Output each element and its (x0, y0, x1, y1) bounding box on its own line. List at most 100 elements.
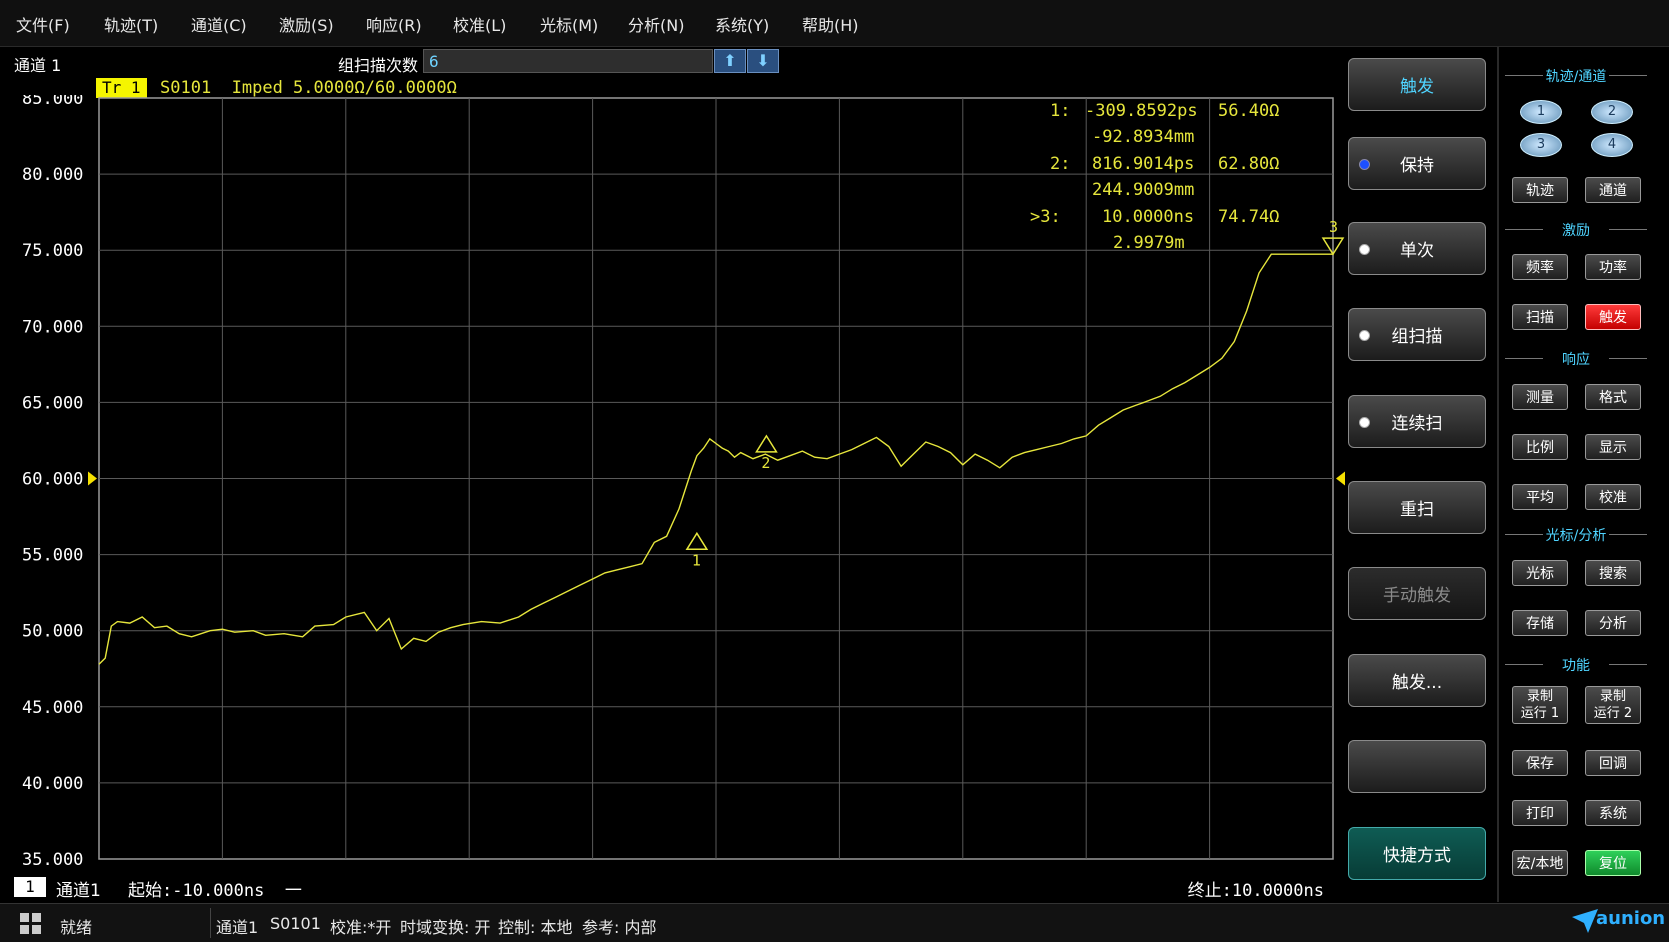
menu-stimulus[interactable]: 激励(S) (279, 12, 334, 36)
softkey-restart[interactable]: 重扫 (1348, 481, 1486, 534)
y-tick-label: 85.000 (22, 95, 83, 109)
windows-icon[interactable] (20, 913, 42, 935)
trace-1-oval[interactable]: 1 (1520, 100, 1562, 124)
softkey-manual-trigger[interactable]: 手动触发 (1348, 567, 1486, 620)
channel-name: 通道1 (56, 881, 101, 901)
sweep-button[interactable]: 扫描 (1512, 304, 1568, 330)
run-label: 运行 2 (1593, 706, 1633, 721)
menu-analysis[interactable]: 分析(N) (628, 12, 684, 36)
print-button[interactable]: 打印 (1512, 800, 1568, 826)
section-function: 功能 (1503, 655, 1649, 675)
record-label: 录制 (1599, 689, 1626, 704)
recall-button[interactable]: 回调 (1585, 750, 1641, 776)
marker-label: 1 (692, 551, 701, 569)
menu-bar: 文件(F) 轨迹(T) 通道(C) 激励(S) 响应(R) 校准(L) 光标(M… (0, 0, 1669, 47)
search-button[interactable]: 搜索 (1585, 560, 1641, 586)
preset-button[interactable]: 复位 (1585, 850, 1641, 876)
softkey-continuous[interactable]: 连续扫 (1348, 395, 1486, 448)
stop-value[interactable]: 终止:10.0000ns (1188, 876, 1324, 901)
softkey-label: 组扫描 (1391, 327, 1443, 347)
section-trace-channel: 轨迹/通道 (1503, 66, 1649, 86)
power-button[interactable]: 功率 (1585, 254, 1641, 280)
trace-button[interactable]: 轨迹 (1512, 177, 1568, 203)
y-tick-label: 45.000 (22, 698, 83, 718)
softkey-shortcuts[interactable]: 快捷方式 (1348, 827, 1486, 880)
marker3-id: >3: (1030, 207, 1061, 227)
softkey-label: 单次 (1400, 241, 1434, 261)
format-button[interactable]: 格式 (1585, 384, 1641, 410)
start-label: 起始:-10.000ns (128, 881, 265, 901)
softkey-trigger-more[interactable]: 触发... (1348, 654, 1486, 707)
channel-button[interactable]: 通道 (1585, 177, 1641, 203)
scale-button[interactable]: 比例 (1512, 434, 1568, 460)
aunion-logo: aunion (1570, 905, 1665, 937)
marker-triangle-icon (755, 434, 778, 453)
record-run-1-button[interactable]: 录制 运行 1 (1512, 686, 1568, 724)
marker2-id: 2: (1050, 154, 1071, 174)
menu-file[interactable]: 文件(F) (16, 12, 70, 36)
arrow-up-icon[interactable]: ⬆ (714, 49, 746, 73)
group-scan-input[interactable] (423, 49, 713, 73)
display-button[interactable]: 显示 (1585, 434, 1641, 460)
menu-help[interactable]: 帮助(H) (802, 12, 859, 36)
frequency-button[interactable]: 频率 (1512, 254, 1568, 280)
y-tick-label: 65.000 (22, 393, 83, 413)
record-run-2-button[interactable]: 录制运行 2 (1585, 686, 1641, 724)
y-tick-label: 50.000 (22, 622, 83, 642)
trace-3-oval[interactable]: 3 (1520, 133, 1562, 157)
marker2-value: 62.80Ω (1218, 154, 1280, 174)
softkey-single[interactable]: 单次 (1348, 222, 1486, 275)
start-dash: 一 (284, 881, 302, 901)
y-tick-label: 40.000 (22, 774, 83, 794)
y-tick-label: 35.000 (22, 850, 83, 865)
average-button[interactable]: 平均 (1512, 484, 1568, 510)
marker2-dist: 244.9009mm (1092, 180, 1195, 200)
y-tick-label: 75.000 (22, 241, 83, 261)
softkey-group-scan[interactable]: 组扫描 (1348, 308, 1486, 361)
menu-response[interactable]: 响应(R) (366, 12, 422, 36)
menu-channel[interactable]: 通道(C) (191, 12, 247, 36)
marker-label: 3 (1329, 218, 1338, 236)
menu-trace[interactable]: 轨迹(T) (104, 12, 158, 36)
trigger-button[interactable]: 触发 (1585, 304, 1641, 330)
menu-system[interactable]: 系统(Y) (715, 12, 769, 36)
radio-icon (1359, 244, 1370, 255)
marker3-dist: 2.9979m (1113, 233, 1185, 253)
measure-button[interactable]: 测量 (1512, 384, 1568, 410)
run-label: 运行 1 (1520, 706, 1560, 721)
softkey-hold[interactable]: 保持 (1348, 137, 1486, 190)
softkey-label: 触发... (1391, 673, 1443, 693)
store-button[interactable]: 存储 (1512, 610, 1568, 636)
section-stimulus: 激励 (1503, 220, 1649, 240)
status-reference: 参考: 内部 (582, 918, 657, 937)
marker1-id: 1: (1050, 101, 1071, 121)
marker3-time: 10.0000ns (1102, 207, 1195, 227)
softkey-trigger-title[interactable]: 触发 (1348, 58, 1486, 111)
softkey-label: 快捷方式 (1383, 846, 1451, 866)
status-param: S0101 (270, 914, 321, 933)
status-divider (210, 908, 211, 938)
logo-text: aunion (1596, 908, 1666, 929)
softkey-label: 连续扫 (1391, 414, 1443, 434)
analysis-button[interactable]: 分析 (1585, 610, 1641, 636)
status-bar: 就绪 通道1 S0101 校准:*开 时域变换: 开 控制: 本地 参考: 内部 (0, 903, 1669, 942)
marker-button[interactable]: 光标 (1512, 560, 1568, 586)
system-button[interactable]: 系统 (1585, 800, 1641, 826)
start-value[interactable]: 起始:-10.000ns 一 (128, 876, 302, 901)
menu-calibration[interactable]: 校准(L) (453, 12, 506, 36)
calibration-button[interactable]: 校准 (1585, 484, 1641, 510)
y-tick-label: 70.000 (22, 317, 83, 337)
trace-2-oval[interactable]: 2 (1591, 100, 1633, 124)
status-channel: 通道1 (216, 918, 259, 937)
save-button[interactable]: 保存 (1512, 750, 1568, 776)
section-response: 响应 (1503, 349, 1649, 369)
radio-icon (1359, 417, 1370, 428)
channel-label: 通道 1 (14, 56, 62, 75)
channel-number-box[interactable]: 1 (14, 877, 46, 897)
arrow-down-icon[interactable]: ⬇ (747, 49, 779, 73)
softkey-empty[interactable] (1348, 740, 1486, 793)
status-time-domain: 时域变换: 开 (400, 918, 491, 937)
macro-local-button[interactable]: 宏/本地 (1512, 850, 1568, 876)
menu-marker[interactable]: 光标(M) (540, 12, 598, 36)
trace-4-oval[interactable]: 4 (1591, 133, 1633, 157)
